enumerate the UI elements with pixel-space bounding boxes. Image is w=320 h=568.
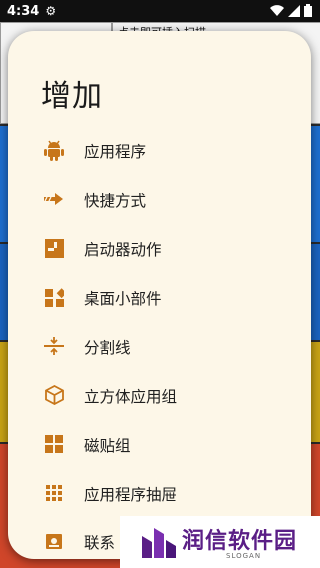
- menu-item-label: 应用程序抽屉: [84, 486, 178, 504]
- signal-icon: [288, 4, 300, 17]
- battery-icon: [304, 4, 312, 17]
- status-time: 4:34: [7, 3, 40, 19]
- menu-item-label: 磁贴组: [84, 437, 131, 455]
- app-drawer-icon: [43, 482, 65, 504]
- status-icons: [270, 4, 312, 17]
- watermark: 润信软件园 SLOGAN: [120, 516, 320, 568]
- watermark-slogan: SLOGAN: [226, 552, 262, 560]
- launcher-action-icon: [43, 237, 65, 259]
- dialog-title: 增加: [41, 79, 103, 114]
- divider-icon: [43, 335, 65, 357]
- menu-item-shortcuts[interactable]: 快捷方式: [8, 176, 311, 224]
- menu-item-label: 桌面小部件: [84, 290, 162, 308]
- wifi-icon: [270, 4, 284, 16]
- add-dialog: 增加 应用程序 快捷方式 启动器动作 桌面小部件 分割线 立方体应用组 磁贴组 …: [8, 31, 311, 559]
- android-icon: [43, 139, 65, 161]
- status-bar: 4:34 ⚙: [0, 0, 320, 22]
- menu-item-launcher-actions[interactable]: 启动器动作: [8, 225, 311, 273]
- watermark-logo: [142, 528, 176, 558]
- settings-icon: ⚙: [45, 4, 57, 18]
- menu-item-widgets[interactable]: 桌面小部件: [8, 274, 311, 322]
- menu-item-cube-group[interactable]: 立方体应用组: [8, 372, 311, 420]
- menu-item-app-drawer[interactable]: 应用程序抽屉: [8, 470, 311, 518]
- menu-item-label: 启动器动作: [84, 241, 162, 259]
- arrow-right-icon: [43, 188, 65, 210]
- widgets-icon: [43, 286, 65, 308]
- menu-item-label: 联系: [84, 534, 116, 552]
- menu-item-label: 应用程序: [84, 143, 147, 161]
- cube-icon: [43, 384, 65, 406]
- menu-item-tile-group[interactable]: 磁贴组: [8, 421, 311, 469]
- tiles-icon: [43, 433, 65, 455]
- watermark-text: 润信软件园: [182, 529, 298, 554]
- menu-item-apps[interactable]: 应用程序: [8, 127, 311, 175]
- menu-item-label: 分割线: [84, 339, 131, 357]
- contact-icon: [43, 530, 65, 552]
- menu-item-divider[interactable]: 分割线: [8, 323, 311, 371]
- menu-item-label: 立方体应用组: [84, 388, 178, 406]
- menu-item-label: 快捷方式: [84, 192, 147, 210]
